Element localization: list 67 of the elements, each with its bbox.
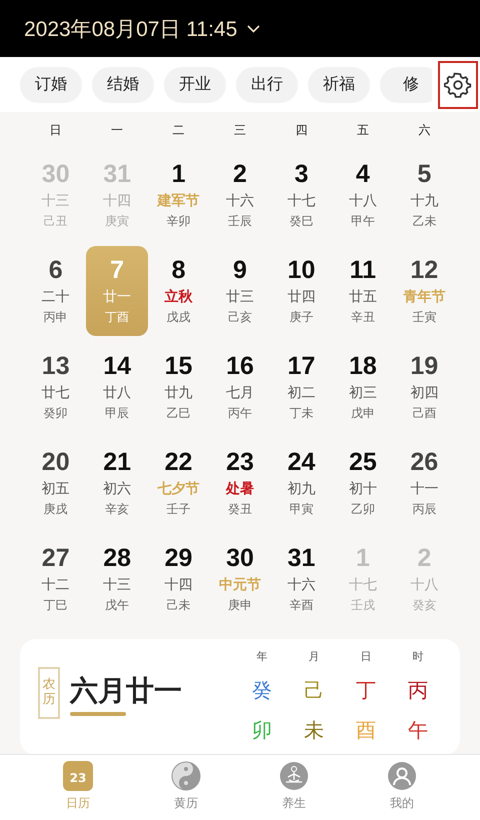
day-cell[interactable]: 20 初五 庚戌: [25, 438, 86, 528]
weekday-label: 一: [110, 122, 124, 139]
pillar-branch: 酉: [356, 717, 376, 744]
weekday-label: 二: [172, 122, 186, 139]
day-cell[interactable]: 4 十八 甲午: [332, 150, 394, 240]
pillar-branch: 午: [408, 717, 428, 744]
pillar-label: 时: [412, 649, 424, 665]
settings-icon: [444, 70, 472, 98]
pillar-label: 年: [256, 649, 268, 665]
day-cell[interactable]: 21 初六 辛亥: [86, 438, 148, 528]
calendar-icon: 23: [63, 761, 93, 791]
day-cell[interactable]: 31 十六 辛酉: [270, 534, 332, 624]
day-cell[interactable]: 10 廿四 庚子: [270, 246, 332, 336]
day-cell[interactable]: 18 初三 戊申: [332, 342, 394, 432]
pillar-stem: 丙: [408, 677, 428, 704]
day-cell[interactable]: 14 廿八 甲辰: [86, 342, 148, 432]
activity-chip[interactable]: 祈福: [308, 66, 370, 102]
day-cell[interactable]: 22 七夕节 壬子: [148, 438, 210, 528]
day-cell[interactable]: 27 十二 丁巳: [25, 534, 86, 624]
day-cell[interactable]: 28 十三 戊午: [86, 534, 148, 624]
day-cell[interactable]: 30 中元节 庚申: [209, 534, 271, 624]
weekday-label: 日: [48, 122, 63, 139]
day-cell[interactable]: 8 立秋 戊戌: [148, 246, 210, 336]
pillar-label: 日: [360, 649, 372, 665]
user-icon: [387, 761, 417, 791]
lunar-badge: 农历: [38, 667, 60, 719]
day-cell[interactable]: 2 十六 壬辰: [209, 150, 271, 240]
meditation-icon: [279, 761, 309, 791]
pillar-branch: 卯: [252, 717, 272, 744]
day-cell[interactable]: 1 建军节 辛卯: [148, 150, 210, 240]
yin-yang-icon: [171, 761, 201, 791]
day-cell[interactable]: 19 初四 己酉: [394, 342, 455, 432]
weekday-label: 五: [356, 122, 370, 139]
day-cell[interactable]: 13 廿七 癸卯: [25, 342, 86, 432]
day-cell[interactable]: 12 青年节 壬寅: [394, 246, 455, 336]
activity-chip[interactable]: 结婚: [92, 66, 154, 102]
day-cell[interactable]: 29 十四 己未: [148, 534, 210, 624]
day-cell[interactable]: 25 初十 乙卯: [332, 438, 394, 528]
day-cell[interactable]: 16 七月 丙午: [209, 342, 271, 432]
activity-chip[interactable]: 修: [380, 66, 432, 102]
pillar-label: 月: [308, 649, 320, 665]
day-cell[interactable]: 26 十一 丙辰: [394, 438, 455, 528]
day-cell[interactable]: 11 廿五 辛丑: [332, 246, 394, 336]
weekday-label: 三: [232, 122, 247, 139]
day-cell[interactable]: 6 二十 丙申: [25, 246, 86, 336]
nav-tab[interactable]: 养生: [264, 761, 324, 820]
chevron-down-icon: [247, 24, 260, 32]
weekday-label: 四: [294, 122, 308, 139]
pillar-branch: 未: [304, 717, 324, 744]
pillar-stem: 己: [304, 677, 324, 704]
activity-chip[interactable]: 开业: [164, 66, 226, 102]
day-cell[interactable]: 5 十九 乙未: [394, 150, 455, 240]
day-cell[interactable]: 24 初九 甲寅: [270, 438, 332, 528]
day-cell[interactable]: 17 初二 丁未: [270, 342, 332, 432]
day-cell[interactable]: 23 处暑 癸丑: [209, 438, 271, 528]
activity-chip[interactable]: 出行: [236, 66, 298, 102]
settings-button[interactable]: [438, 60, 478, 108]
lunar-date: 六月廿一: [70, 672, 182, 714]
day-cell[interactable]: 9 廿三 己亥: [209, 246, 271, 336]
weekday-label: 六: [417, 122, 432, 139]
pillar-stem: 丁: [356, 677, 376, 704]
nav-tab[interactable]: 我的: [372, 761, 432, 820]
day-cell[interactable]: 15 廿九 乙巳: [148, 342, 210, 432]
pillar-stem: 癸: [252, 677, 272, 704]
day-cell[interactable]: 3 十七 癸巳: [270, 150, 332, 240]
nav-tab[interactable]: 黄历: [156, 761, 216, 820]
activity-chip[interactable]: 订婚: [20, 66, 82, 102]
